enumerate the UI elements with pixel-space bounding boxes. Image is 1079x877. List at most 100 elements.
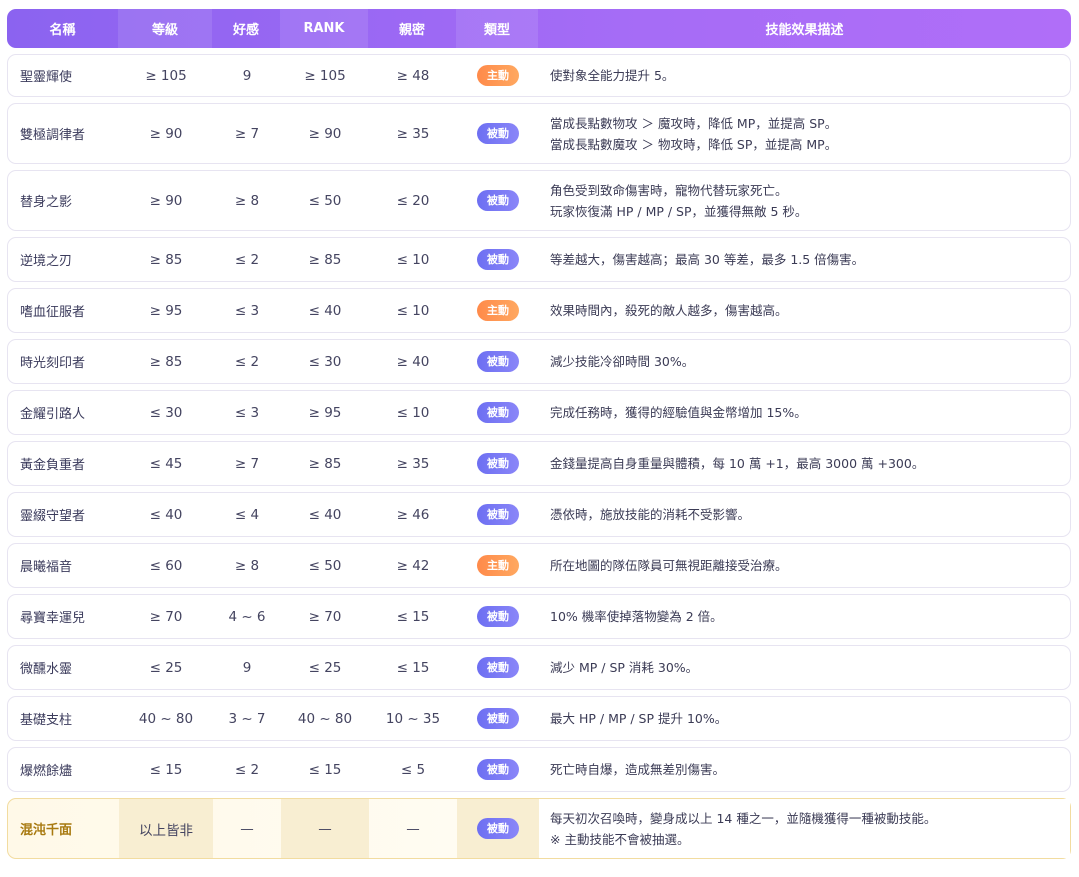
type-badge: 被動 [477, 759, 519, 780]
favor-cell: 3 ~ 7 [228, 710, 266, 727]
skill-name: 聖靈輝使 [20, 70, 73, 85]
rank-cell: 40 ~ 80 [297, 710, 353, 727]
type-badge: 被動 [477, 453, 519, 474]
skill-name: 混沌千面 [20, 823, 73, 838]
intimacy-cell: — [406, 820, 420, 837]
rank-cell: ≤ 15 [308, 761, 342, 778]
header-rank: RANK [280, 9, 368, 48]
table-body: 聖靈輝使 ≥ 105 9 ≥ 105 ≥ 48 主動 使對象全能力提升 5。 雙極調律者 ≥ 9… [7, 54, 1071, 859]
header-intimacy: 親密 [398, 23, 425, 38]
desc-line: 當成長點數魔攻 ＞ 物攻時，降低 SP，並提高 MP。 [550, 136, 838, 152]
skill-name: 基礎支柱 [20, 713, 73, 728]
table-row: 靈綴守望者 ≤ 40 ≤ 4 ≤ 40 ≥ 46 被動 憑依時，施放技能的消耗不受影響。 [7, 492, 1071, 537]
table-row: 雙極調律者 ≥ 90 ≥ 7 ≥ 90 ≥ 35 被動 當成長點數物攻 ＞ 魔攻時，降低 M… [7, 103, 1071, 164]
skill-name: 晨曦福音 [20, 560, 73, 575]
table-row: 時光刻印者 ≥ 85 ≤ 2 ≤ 30 ≥ 40 被動 減少技能冷卻時間 30%。 [7, 339, 1071, 384]
desc-cell: 金錢量提高自身重量與體積，每 10 萬 +1，最高 3000 萬 +300。 [539, 442, 1070, 485]
level-cell: ≥ 70 [149, 608, 183, 625]
desc-line: 所在地圖的隊伍隊員可無視距離接受治療。 [550, 558, 788, 573]
type-badge: 被動 [477, 657, 519, 678]
type-cell: 被動 [457, 238, 539, 281]
type-badge: 被動 [477, 504, 519, 525]
desc-cell: 每天初次召喚時，變身成以上 14 種之一，並隨機獲得一種被動技能。 ※ 主動技能不… [539, 799, 1070, 858]
level-cell: 40 ~ 80 [138, 710, 194, 727]
desc-line: 每天初次召喚時，變身成以上 14 種之一，並隨機獲得一種被動技能。 [550, 810, 937, 826]
skill-name: 嗜血征服者 [20, 305, 86, 320]
type-cell: 主動 [457, 289, 539, 332]
rank-cell: ≤ 40 [308, 506, 342, 523]
desc-line: 角色受到致命傷害時，寵物代替玩家死亡。 [550, 182, 788, 198]
desc-cell: 10% 機率使掉落物變為 2 倍。 [539, 595, 1070, 638]
desc-line: 死亡時自爆，造成無差別傷害。 [550, 762, 726, 777]
header-desc: 技能效果描述 [765, 23, 844, 38]
rank-cell: ≤ 50 [308, 557, 342, 574]
type-cell: 被動 [457, 442, 539, 485]
level-cell: 以上皆非 [119, 799, 213, 858]
level-cell: ≤ 15 [149, 761, 183, 778]
desc-line: 等差越大，傷害越高；最高 30 等差，最多 1.5 倍傷害。 [550, 252, 865, 267]
type-badge: 被動 [477, 351, 519, 372]
favor-cell: — [240, 820, 254, 837]
type-cell: 被動 [457, 171, 539, 230]
level-cell: ≥ 95 [149, 302, 183, 319]
skill-name: 金耀引路人 [20, 407, 86, 422]
type-badge: 主動 [477, 65, 519, 86]
desc-cell: 所在地圖的隊伍隊員可無視距離接受治療。 [539, 544, 1070, 587]
table-row: 金耀引路人 ≤ 30 ≤ 3 ≥ 95 ≤ 10 被動 完成任務時，獲得的經驗值與金幣增加 … [7, 390, 1071, 435]
favor-cell: ≥ 7 [234, 125, 260, 142]
desc-cell: 等差越大，傷害越高；最高 30 等差，最多 1.5 倍傷害。 [539, 238, 1070, 281]
type-badge: 被動 [477, 606, 519, 627]
desc-cell: 減少技能冷卻時間 30%。 [539, 340, 1070, 383]
desc-cell: 當成長點數物攻 ＞ 魔攻時，降低 MP，並提高 SP。 當成長點數魔攻 ＞ 物攻時… [539, 104, 1070, 163]
level-cell: ≥ 85 [149, 353, 183, 370]
skill-name: 爆燃餘燼 [20, 764, 73, 779]
type-cell: 主動 [457, 55, 539, 96]
rank-cell: ≤ 50 [308, 192, 342, 209]
type-badge: 被動 [477, 708, 519, 729]
rank-cell: ≥ 70 [308, 608, 342, 625]
intimacy-cell: ≥ 35 [396, 455, 430, 472]
desc-cell: 憑依時，施放技能的消耗不受影響。 [539, 493, 1070, 536]
intimacy-cell: ≤ 10 [396, 404, 430, 421]
favor-cell: ≥ 7 [234, 455, 260, 472]
intimacy-cell: ≥ 46 [396, 506, 430, 523]
table-row: 逆境之刃 ≥ 85 ≤ 2 ≥ 85 ≤ 10 被動 等差越大，傷害越高；最高 30 等差，… [7, 237, 1071, 282]
intimacy-cell: ≥ 35 [396, 125, 430, 142]
level-cell: ≥ 85 [149, 251, 183, 268]
desc-cell: 最大 HP / MP / SP 提升 10%。 [539, 697, 1070, 740]
favor-cell: ≤ 3 [234, 404, 260, 421]
skill-name: 黃金負重者 [20, 458, 86, 473]
desc-line: 完成任務時，獲得的經驗值與金幣增加 15%。 [550, 405, 807, 420]
type-badge: 主動 [477, 555, 519, 576]
desc-cell: 角色受到致命傷害時，寵物代替玩家死亡。 玩家恢復滿 HP / MP / SP，並獲… [539, 171, 1070, 230]
skill-name: 替身之影 [20, 195, 73, 210]
intimacy-cell: ≤ 10 [396, 302, 430, 319]
type-cell: 被動 [457, 697, 539, 740]
desc-line: 最大 HP / MP / SP 提升 10%。 [550, 711, 728, 726]
type-cell: 被動 [457, 340, 539, 383]
intimacy-cell: ≤ 10 [396, 251, 430, 268]
level-cell: ≤ 45 [149, 455, 183, 472]
table-row: 聖靈輝使 ≥ 105 9 ≥ 105 ≥ 48 主動 使對象全能力提升 5。 [7, 54, 1071, 97]
intimacy-cell: 10 ~ 35 [385, 710, 441, 727]
rank-cell: ≤ 30 [308, 353, 342, 370]
table-row: 混沌千面 以上皆非 — — — 被動 每天初次召喚時，變身成以上 14 種之一，並隨機獲得一… [7, 798, 1071, 859]
table-row: 黃金負重者 ≤ 45 ≥ 7 ≥ 85 ≥ 35 被動 金錢量提高自身重量與體積，每 10 … [7, 441, 1071, 486]
level-cell: ≤ 30 [149, 404, 183, 421]
rank-cell: ≥ 85 [308, 251, 342, 268]
type-badge: 被動 [477, 402, 519, 423]
rank-cell: ≥ 95 [308, 404, 342, 421]
type-cell: 被動 [457, 104, 539, 163]
table-row: 替身之影 ≥ 90 ≥ 8 ≤ 50 ≤ 20 被動 角色受到致命傷害時，寵物代替玩家死亡。… [7, 170, 1071, 231]
favor-cell: 4 ~ 6 [228, 608, 266, 625]
type-cell: 被動 [457, 799, 539, 858]
level-cell: ≤ 40 [149, 506, 183, 523]
header-level: 等級 [118, 9, 212, 48]
skill-name: 逆境之刃 [20, 254, 73, 269]
rank-cell: ≤ 40 [308, 302, 342, 319]
level-cell: ≥ 105 [145, 67, 187, 84]
favor-cell: ≥ 8 [234, 192, 260, 209]
intimacy-cell: ≤ 15 [396, 659, 430, 676]
desc-line: 當成長點數物攻 ＞ 魔攻時，降低 MP，並提高 SP。 [550, 115, 838, 131]
desc-line: 減少技能冷卻時間 30%。 [550, 354, 695, 369]
